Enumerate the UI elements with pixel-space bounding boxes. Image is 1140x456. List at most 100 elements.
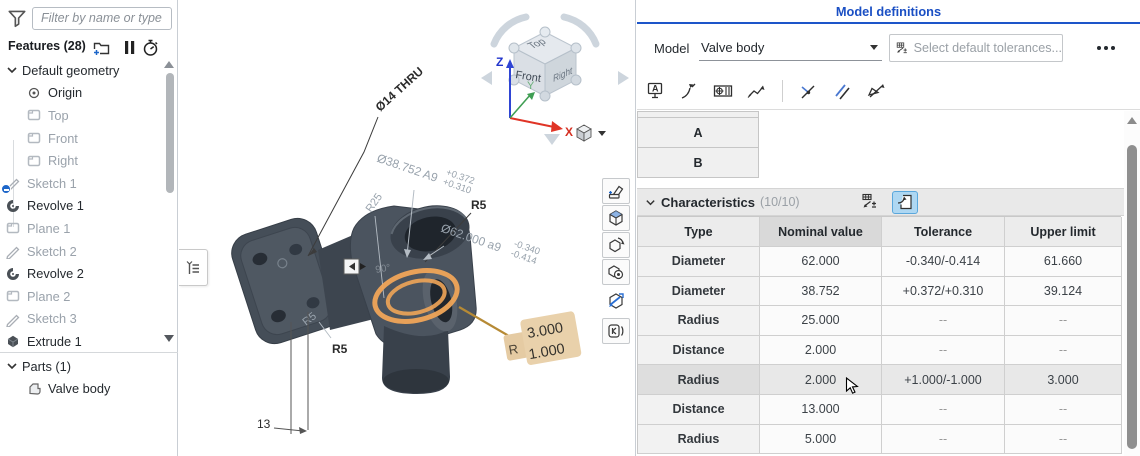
intersection-tool[interactable] [797,80,819,102]
table-cell[interactable]: Diameter [638,276,760,307]
feature-control-frame-tool[interactable] [712,80,734,102]
sidebar-item-revolve-2[interactable]: Revolve 2 [0,262,178,285]
active-annotation-view-button[interactable] [602,288,630,314]
add-folder-icon[interactable] [92,38,111,57]
panel-scrollbar[interactable] [1124,111,1140,456]
datum-row-a[interactable]: A [637,117,759,148]
feature-tree: Default geometry Origin Top Front Right [0,59,178,351]
show-faces-button[interactable] [602,205,630,231]
rotate-arrow-bottom [544,134,560,145]
snapshot-view-button[interactable] [602,259,630,285]
z-axis-label: Z [496,55,503,69]
table-cell[interactable]: 25.000 [760,306,882,336]
plane-icon [27,155,41,166]
cube-target-icon [608,265,624,280]
feature-list-flyout-button[interactable] [179,249,208,286]
table-cell[interactable]: -- [882,306,1005,336]
sidebar-item-origin[interactable]: Origin [0,82,178,105]
parallel-lines-tool[interactable] [831,80,853,102]
table-cell[interactable]: -- [882,335,1005,366]
table-cell[interactable]: Radius [638,424,760,455]
table-cell-hovered[interactable]: 2.000 [760,365,882,395]
panel-scrollbar-thumb[interactable] [1127,145,1137,449]
table-cell[interactable]: 38.752 [760,276,882,307]
leader-callout-tool[interactable] [678,80,700,102]
sidebar-item-parts-group[interactable]: Parts (1) [0,355,178,378]
table-cell[interactable]: -- [1005,335,1122,366]
table-cell[interactable]: -0.340/-0.414 [882,247,1005,277]
table-cell[interactable]: 13.000 [760,394,882,425]
rollback-clock-icon[interactable] [141,38,160,57]
graphics-viewport[interactable]: Ø14 THRU Ø38.752 A9 +0.372 +0.310 R25 R5… [178,0,636,456]
table-cell[interactable]: Distance [638,335,760,366]
dim-r5-top[interactable]: R5 [471,198,487,212]
col-header-nominal[interactable]: Nominal value [760,217,882,247]
table-cell[interactable]: 62.000 [760,247,882,277]
panel-title: Model definitions [835,4,942,19]
sidebar-item-front-plane[interactable]: Front [0,127,178,150]
table-cell-hovered[interactable]: Radius [638,365,760,395]
sidebar-item-sketch-2[interactable]: Sketch 2 [0,240,178,263]
sidebar-item-extrude-1[interactable]: Extrude 1 [0,330,178,353]
table-cell[interactable]: Diameter [638,247,760,277]
tree-scrollbar-thumb[interactable] [166,73,174,193]
sidebar-item-sketch-1[interactable]: Sketch 1 [0,172,178,195]
table-cell[interactable]: 5.000 [760,424,882,455]
table-cell[interactable]: 61.660 [1005,247,1122,277]
col-header-tolerance[interactable]: Tolerance [882,217,1005,247]
sidebar-item-top-plane[interactable]: Top [0,104,178,127]
scroll-up-arrow[interactable] [1127,117,1137,124]
key-characteristics-button[interactable] [602,318,630,344]
filter-icon[interactable] [6,7,28,29]
export-characteristics-button-active[interactable] [891,190,918,214]
characteristics-header[interactable]: Characteristics (10/10) [637,188,1124,216]
table-cell[interactable]: -- [882,424,1005,455]
tree-scroll-up[interactable] [164,61,174,69]
sidebar-item-valve-body-part[interactable]: Valve body [0,378,178,401]
sidebar-item-revolve-1[interactable]: Revolve 1 [0,195,178,218]
dim-r5-mid[interactable]: R5 [332,342,348,356]
tree-scroll-down[interactable] [164,335,174,343]
table-cell[interactable]: -- [1005,306,1122,336]
dim-13[interactable]: 13 [257,417,271,431]
apply-tolerances-button[interactable] [858,191,882,213]
table-cell[interactable]: 39.124 [1005,276,1122,307]
col-header-upper-limit[interactable]: Upper limit [1005,217,1122,247]
dim-hole-callout[interactable]: Ø14 THRU [373,64,426,114]
table-cell[interactable]: Distance [638,394,760,425]
suppress-pause-icon[interactable] [120,38,139,57]
table-cell[interactable]: -- [1005,424,1122,455]
sidebar-item-sketch-3[interactable]: Sketch 3 [0,308,178,331]
jogged-leader-tool[interactable] [746,80,768,102]
model-dropdown[interactable]: Valve body [699,34,882,61]
table-cell-hovered[interactable]: 3.000 [1005,365,1122,395]
sketch-icon [6,246,20,260]
sidebar-item-default-geometry[interactable]: Default geometry [0,59,178,82]
dim-dia38[interactable]: Ø38.752 A9 +0.372 +0.310 [375,144,476,197]
datum-feature-tool[interactable]: A [644,80,666,102]
table-cell[interactable]: +0.372/+0.310 [882,276,1005,307]
sidebar-item-plane-1[interactable]: Plane 1 [0,217,178,240]
sidebar-item-plane-2[interactable]: Plane 2 [0,285,178,308]
view-options-menu[interactable] [574,120,616,146]
extrude-icon [7,336,19,348]
more-options-button[interactable] [1089,40,1123,56]
table-cell-hovered[interactable]: +1.000/-1.000 [882,365,1005,395]
datum-row-b[interactable]: B [637,147,759,178]
table-cell[interactable]: -- [882,394,1005,425]
filter-input[interactable]: Filter by name or type [32,7,172,30]
stamp-characteristic-button[interactable] [602,178,630,204]
filter-placeholder: Filter by name or type [41,11,162,25]
rotate-model-button[interactable] [602,232,630,258]
default-tolerances-button[interactable]: Select default tolerances... [889,34,1063,62]
table-cell[interactable]: -- [1005,394,1122,425]
col-header-type[interactable]: Type [638,217,760,247]
datum-target-tool[interactable] [865,80,887,102]
rotate-arrow-right [618,71,629,85]
cube-rotate-icon [609,237,625,253]
chevron-down-icon[interactable] [645,197,656,208]
table-cell[interactable]: Radius [638,306,760,336]
sidebar-item-right-plane[interactable]: Right [0,149,178,172]
characteristics-table: Type Nominal value Tolerance Upper limit… [637,216,1122,455]
table-cell[interactable]: 2.000 [760,335,882,366]
